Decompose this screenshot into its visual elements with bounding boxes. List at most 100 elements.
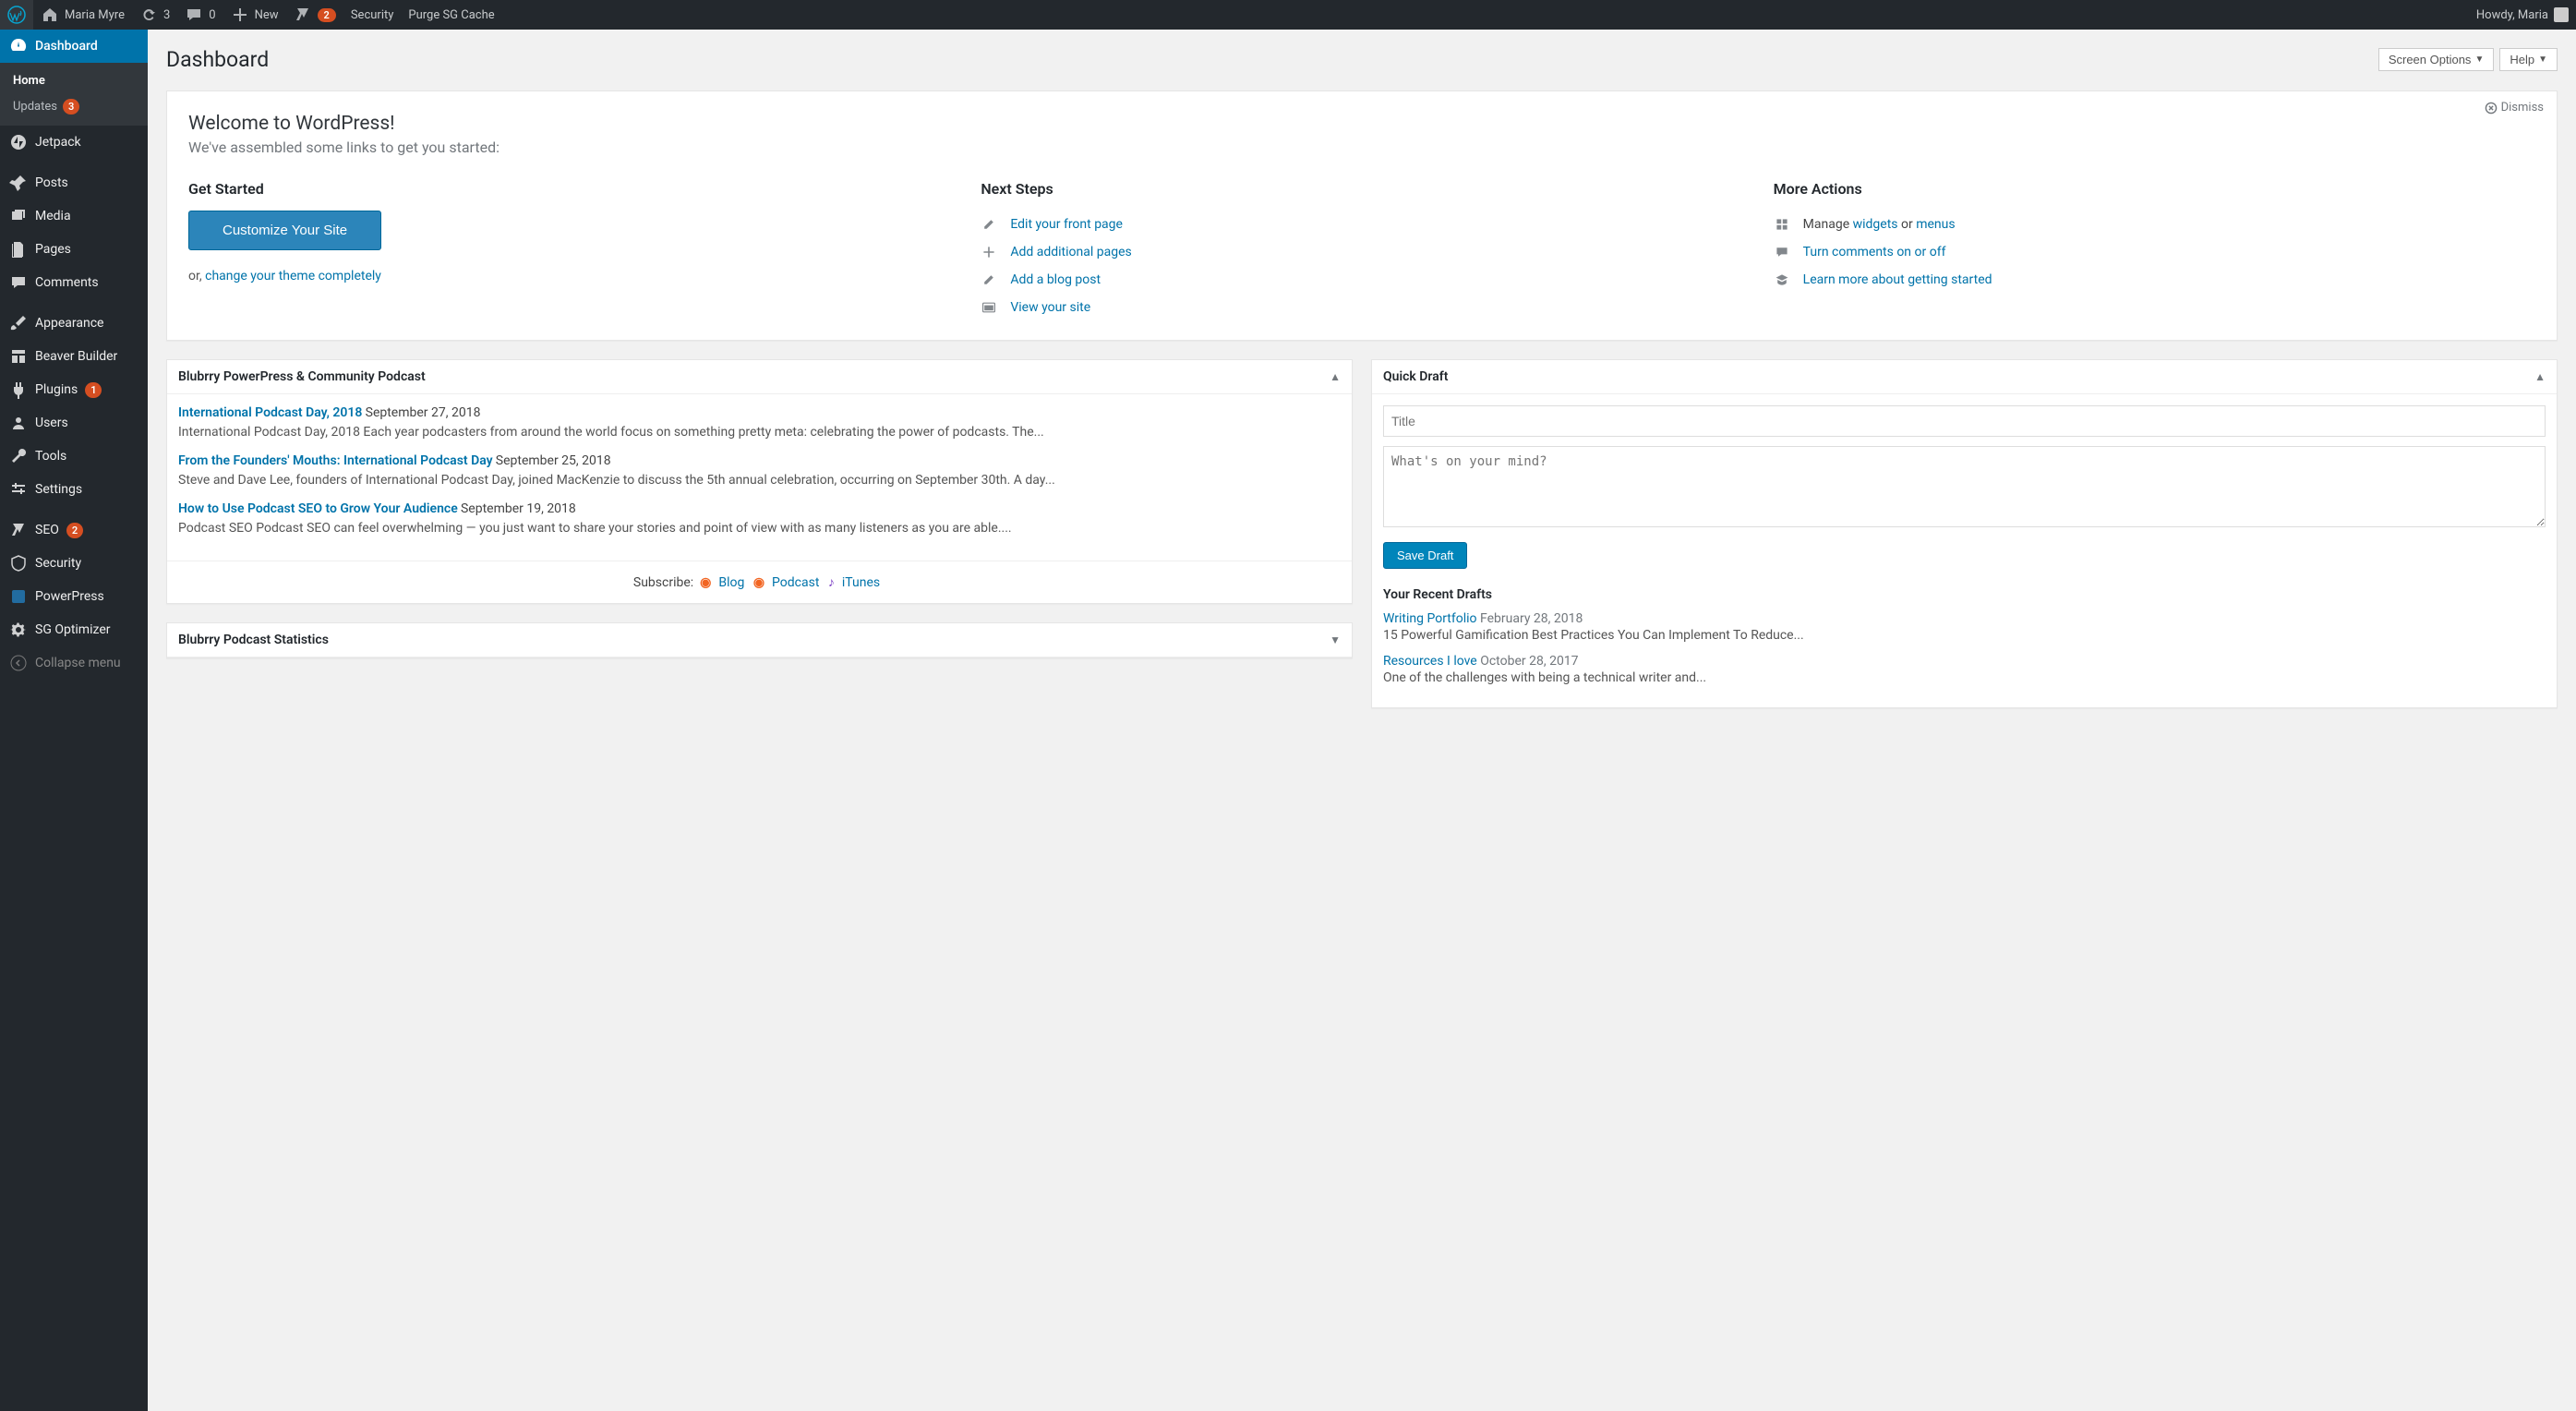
avatar xyxy=(2554,7,2569,22)
welcome-panel: Dismiss Welcome to WordPress! We've asse… xyxy=(166,90,2558,341)
quickdraft-widget: Quick Draft ▲ Save Draft Your Recent Dra… xyxy=(1371,359,2558,708)
updates-count: 3 xyxy=(163,8,170,22)
menu-powerpress[interactable]: PowerPress xyxy=(0,580,148,613)
yoast-icon xyxy=(294,6,312,24)
widgets-icon xyxy=(1774,216,1790,233)
menu-beaver[interactable]: Beaver Builder xyxy=(0,340,148,373)
dashboard-submenu: Home Updates 3 xyxy=(0,63,148,126)
refresh-icon xyxy=(139,6,158,24)
save-draft-button[interactable]: Save Draft xyxy=(1383,542,1467,569)
jetpack-icon xyxy=(9,133,28,151)
draft-title-input[interactable] xyxy=(1383,405,2546,437)
quickdraft-title: Quick Draft xyxy=(1383,369,1448,384)
widgets-link[interactable]: widgets xyxy=(1853,217,1898,232)
welcome-title: Welcome to WordPress! xyxy=(188,113,2547,135)
feed-item: International Podcast Day, 2018 Septembe… xyxy=(178,405,1341,442)
updates-badge: 3 xyxy=(63,99,79,115)
get-started-col: Get Started Customize Your Site or, chan… xyxy=(188,180,962,321)
help-button[interactable]: Help▼ xyxy=(2499,48,2558,71)
menu-seo[interactable]: SEO 2 xyxy=(0,513,148,547)
change-theme-line: or, change your theme completely xyxy=(188,269,962,283)
draft-title-link[interactable]: Writing Portfolio xyxy=(1383,611,1477,626)
subscribe-row: Subscribe: ◉Blog ◉Podcast ♪iTunes xyxy=(167,561,1352,603)
comments-count: 0 xyxy=(209,8,215,22)
edit-front-link[interactable]: Edit your front page xyxy=(1010,217,1123,232)
submenu-updates[interactable]: Updates 3 xyxy=(0,93,148,120)
menu-collapse[interactable]: Collapse menu xyxy=(0,646,148,680)
pages-icon xyxy=(9,240,28,259)
write-icon xyxy=(981,271,997,288)
menus-link[interactable]: menus xyxy=(1916,217,1955,232)
admin-bar: Maria Myre 3 0 New 2 Security Purge SG C… xyxy=(0,0,2576,30)
menu-posts[interactable]: Posts xyxy=(0,166,148,199)
menu-users[interactable]: Users xyxy=(0,406,148,440)
menu-security[interactable]: Security xyxy=(0,547,148,580)
comment-icon xyxy=(1774,244,1790,260)
draft-content-input[interactable] xyxy=(1383,446,2546,527)
feed-title-link[interactable]: How to Use Podcast SEO to Grow Your Audi… xyxy=(178,501,458,516)
menu-sg[interactable]: SG Optimizer xyxy=(0,613,148,646)
collapse-icon xyxy=(9,654,28,672)
feed-excerpt: International Podcast Day, 2018 Each yea… xyxy=(178,423,1341,442)
view-site-link[interactable]: View your site xyxy=(1010,300,1090,315)
stats-title: Blubrry Podcast Statistics xyxy=(178,633,329,647)
site-name-link[interactable]: Maria Myre xyxy=(33,0,132,30)
menu-tools[interactable]: Tools xyxy=(0,440,148,473)
chevron-down-icon: ▼ xyxy=(2538,54,2547,65)
menu-jetpack[interactable]: Jetpack xyxy=(0,126,148,159)
draft-date: February 28, 2018 xyxy=(1480,611,1583,626)
draft-item: Writing Portfolio February 28, 201815 Po… xyxy=(1383,611,2546,643)
menu-plugins[interactable]: Plugins 1 xyxy=(0,373,148,406)
menu-media[interactable]: Media xyxy=(0,199,148,233)
comments-link[interactable]: 0 xyxy=(177,0,223,30)
close-icon xyxy=(2485,102,2498,115)
menu-appearance[interactable]: Appearance xyxy=(0,307,148,340)
security-link[interactable]: Security xyxy=(343,0,402,30)
sub-blog[interactable]: Blog xyxy=(718,575,744,590)
howdy-text: Howdy, Maria xyxy=(2476,8,2548,22)
gear-icon xyxy=(9,621,28,639)
yoast-link[interactable]: 2 xyxy=(286,0,343,30)
learn-icon xyxy=(1774,271,1790,288)
add-pages-link[interactable]: Add additional pages xyxy=(1010,245,1131,259)
collapse-toggle[interactable]: ▲ xyxy=(2534,370,2546,383)
updates-link[interactable]: 3 xyxy=(132,0,177,30)
recent-drafts-title: Your Recent Drafts xyxy=(1383,587,2546,602)
wp-logo[interactable] xyxy=(0,0,33,30)
submenu-home[interactable]: Home xyxy=(0,68,148,93)
seo-badge: 2 xyxy=(66,523,83,538)
customize-site-button[interactable]: Customize Your Site xyxy=(188,211,381,250)
dismiss-button[interactable]: Dismiss xyxy=(2485,101,2544,115)
howdy-link[interactable]: Howdy, Maria xyxy=(2469,0,2576,30)
plugin-icon xyxy=(9,380,28,399)
sub-itunes[interactable]: iTunes xyxy=(842,575,880,590)
plus-icon xyxy=(231,6,249,24)
dashboard-icon xyxy=(9,37,28,55)
feed-item: How to Use Podcast SEO to Grow Your Audi… xyxy=(178,501,1341,538)
menu-pages[interactable]: Pages xyxy=(0,233,148,266)
page-title: Dashboard xyxy=(166,39,269,76)
collapse-toggle[interactable]: ▲ xyxy=(1330,370,1341,383)
layout-icon xyxy=(9,347,28,366)
learn-more-link[interactable]: Learn more about getting started xyxy=(1803,272,1992,287)
collapse-toggle[interactable]: ▼ xyxy=(1330,633,1341,646)
menu-settings[interactable]: Settings xyxy=(0,473,148,506)
draft-title-link[interactable]: Resources I love xyxy=(1383,654,1477,669)
stats-widget: Blubrry Podcast Statistics ▼ xyxy=(166,622,1353,658)
feed-item: From the Founders' Mouths: International… xyxy=(178,453,1341,490)
view-icon xyxy=(981,299,997,316)
new-link[interactable]: New xyxy=(223,0,286,30)
comments-toggle-link[interactable]: Turn comments on or off xyxy=(1803,245,1946,259)
purge-cache-link[interactable]: Purge SG Cache xyxy=(401,0,501,30)
sub-podcast[interactable]: Podcast xyxy=(772,575,819,590)
feed-title-link[interactable]: From the Founders' Mouths: International… xyxy=(178,453,493,468)
feed-excerpt: Steve and Dave Lee, founders of Internat… xyxy=(178,471,1341,490)
feed-title-link[interactable]: International Podcast Day, 2018 xyxy=(178,405,362,420)
draft-date: October 28, 2017 xyxy=(1480,654,1578,669)
menu-comments[interactable]: Comments xyxy=(0,266,148,299)
screen-options-button[interactable]: Screen Options▼ xyxy=(2378,48,2495,71)
menu-dashboard[interactable]: Dashboard xyxy=(0,30,148,63)
change-theme-link[interactable]: change your theme completely xyxy=(205,269,381,283)
add-post-link[interactable]: Add a blog post xyxy=(1010,272,1101,287)
media-icon xyxy=(9,207,28,225)
